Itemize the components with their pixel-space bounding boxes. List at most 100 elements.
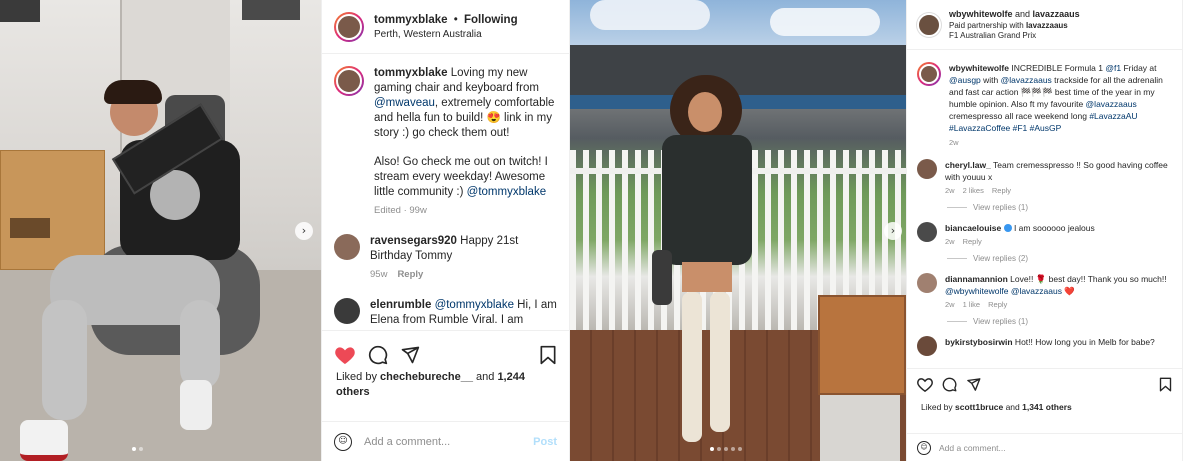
comment-time[interactable]: 2w bbox=[945, 237, 955, 246]
comment-input[interactable] bbox=[939, 442, 1172, 453]
carousel-dot bbox=[132, 447, 136, 451]
avatar[interactable] bbox=[334, 66, 364, 96]
reply-button[interactable]: Reply bbox=[992, 186, 1011, 195]
avatar[interactable] bbox=[917, 336, 937, 356]
username[interactable]: tommyxblake bbox=[374, 14, 448, 26]
location[interactable]: F1 Australian Grand Prix bbox=[949, 31, 1080, 40]
post-header: wbywhitewolfe and lavazzaaus Paid partne… bbox=[907, 0, 1182, 50]
comment-icon[interactable] bbox=[368, 345, 388, 365]
heart-filled-icon[interactable] bbox=[334, 345, 356, 365]
caption-username[interactable]: wbywhitewolfe bbox=[949, 63, 1009, 73]
comments-list[interactable]: tommyxblake Loving my new gaming chair a… bbox=[322, 54, 569, 330]
likes-and: and bbox=[472, 371, 498, 383]
comment-likes[interactable]: 1 like bbox=[963, 300, 981, 309]
mention-link[interactable]: @lavazzaaus bbox=[1001, 75, 1052, 85]
mention-link[interactable]: @lavazzaaus bbox=[1086, 99, 1137, 109]
comment-username[interactable]: ravensegars920 bbox=[370, 235, 457, 247]
avatar[interactable] bbox=[334, 11, 364, 42]
likes-prefix: Liked by bbox=[336, 371, 381, 383]
avatar[interactable] bbox=[917, 12, 941, 37]
comment-text: Hot!! How long you in Melb for babe? bbox=[1012, 337, 1155, 347]
heart-outline-icon[interactable] bbox=[917, 377, 933, 392]
post2-image: › bbox=[570, 0, 906, 461]
likes-user[interactable]: scott1bruce bbox=[955, 402, 1003, 412]
location[interactable]: Perth, Western Australia bbox=[374, 29, 518, 40]
bookmark-icon[interactable] bbox=[1159, 377, 1172, 392]
bookmark-icon[interactable] bbox=[539, 345, 557, 365]
paid-partner-link[interactable]: lavazzaaus bbox=[1026, 21, 1068, 30]
comment-text: Love!! 🌹 best day!! Thank you so much!! bbox=[1007, 274, 1167, 284]
post-button[interactable]: Post bbox=[533, 436, 557, 448]
comment-time[interactable]: 2w bbox=[945, 186, 955, 195]
emoji-icon[interactable]: ☺ bbox=[334, 432, 352, 451]
person-leg bbox=[42, 300, 87, 420]
comment-username[interactable]: elenrumble bbox=[370, 299, 431, 311]
username[interactable]: wbywhitewolfe bbox=[949, 9, 1013, 19]
following-button[interactable]: Following bbox=[464, 14, 518, 26]
caption-text-part: Friday at bbox=[1121, 63, 1157, 73]
comment-username[interactable]: biancaelouise bbox=[945, 223, 1001, 233]
comment-username[interactable]: cheryl.law_ bbox=[945, 160, 991, 170]
comment-username[interactable]: diannamannion bbox=[945, 274, 1008, 284]
reply-button[interactable]: Reply bbox=[963, 237, 982, 246]
comment-likes[interactable]: 2 likes bbox=[963, 186, 984, 195]
comment-item: ravensegars920 Happy 21st Birthday Tommy… bbox=[322, 234, 569, 280]
person-face bbox=[688, 92, 722, 132]
caption-text: tommyxblake Loving my new gaming chair a… bbox=[374, 66, 557, 141]
emoji-icon[interactable]: ☺ bbox=[917, 440, 931, 455]
grandstand bbox=[570, 45, 906, 100]
carousel-dot bbox=[710, 447, 714, 451]
share-icon[interactable] bbox=[966, 377, 981, 392]
cloud bbox=[590, 0, 710, 30]
wall-frame bbox=[0, 0, 40, 22]
reply-button[interactable]: Reply bbox=[397, 269, 423, 280]
mention-link[interactable]: @wbywhitewolfe bbox=[945, 286, 1008, 296]
comment-icon[interactable] bbox=[942, 377, 957, 392]
likes-summary[interactable]: Liked by chechebureche__ and 1,244 other… bbox=[336, 370, 556, 400]
cloud bbox=[770, 8, 880, 36]
username[interactable]: lavazzaaus bbox=[1033, 9, 1080, 19]
person-hair bbox=[104, 80, 162, 104]
avatar[interactable] bbox=[917, 62, 941, 86]
likes-count[interactable]: 1,341 others bbox=[1022, 402, 1072, 412]
sneaker bbox=[180, 380, 212, 430]
caption-username[interactable]: tommyxblake bbox=[374, 67, 448, 79]
avatar[interactable] bbox=[917, 222, 937, 242]
view-replies-button[interactable]: View replies (2) bbox=[947, 254, 1182, 263]
mention-link[interactable]: @mwaveau bbox=[374, 97, 435, 109]
view-replies-button[interactable]: View replies (1) bbox=[947, 203, 1182, 212]
reply-button[interactable]: Reply bbox=[988, 300, 1007, 309]
and-label: and bbox=[1012, 9, 1033, 19]
carousel-dot bbox=[717, 447, 721, 451]
comment-time[interactable]: 95w bbox=[370, 269, 387, 280]
avatar[interactable] bbox=[917, 159, 937, 179]
view-replies-button[interactable]: View replies (1) bbox=[947, 317, 1182, 326]
mention-link[interactable]: @tommyxblake bbox=[435, 299, 514, 311]
paid-partnership-label: Paid partnership with bbox=[949, 21, 1026, 30]
likes-summary[interactable]: Liked by scott1bruce and 1,341 others bbox=[921, 402, 1072, 412]
mention-link[interactable]: @ausgp bbox=[949, 75, 981, 85]
avatar[interactable] bbox=[334, 234, 360, 260]
comments-list[interactable]: wbywhitewolfe INCREDIBLE Formula 1 @f1 F… bbox=[907, 50, 1182, 368]
cardboard-box bbox=[0, 150, 105, 270]
view-replies-label: View replies (1) bbox=[973, 317, 1028, 326]
handbag bbox=[652, 250, 672, 305]
avatar[interactable] bbox=[334, 298, 360, 324]
box-logo bbox=[10, 218, 50, 238]
comment-input[interactable] bbox=[364, 435, 534, 448]
likes-user[interactable]: chechebureche__ bbox=[380, 371, 473, 383]
mention-link[interactable]: @tommyxblake bbox=[467, 186, 546, 198]
avatar[interactable] bbox=[917, 273, 937, 293]
comment-username[interactable]: bykirstybosirwin bbox=[945, 337, 1013, 347]
white-boot bbox=[710, 292, 730, 432]
next-arrow-icon[interactable]: › bbox=[295, 222, 313, 240]
add-comment-bar: ☺ Post bbox=[322, 421, 569, 461]
carousel-dot bbox=[738, 447, 742, 451]
comment-time[interactable]: 2w bbox=[945, 300, 955, 309]
mention-link[interactable]: @f1 bbox=[1105, 63, 1121, 73]
share-icon[interactable] bbox=[400, 345, 420, 365]
next-arrow-icon[interactable]: › bbox=[884, 222, 902, 240]
caption: tommyxblake Loving my new gaming chair a… bbox=[322, 66, 569, 216]
caption-text: wbywhitewolfe INCREDIBLE Formula 1 @f1 F… bbox=[949, 62, 1172, 134]
mention-link[interactable]: @lavazzaaus bbox=[1011, 286, 1062, 296]
